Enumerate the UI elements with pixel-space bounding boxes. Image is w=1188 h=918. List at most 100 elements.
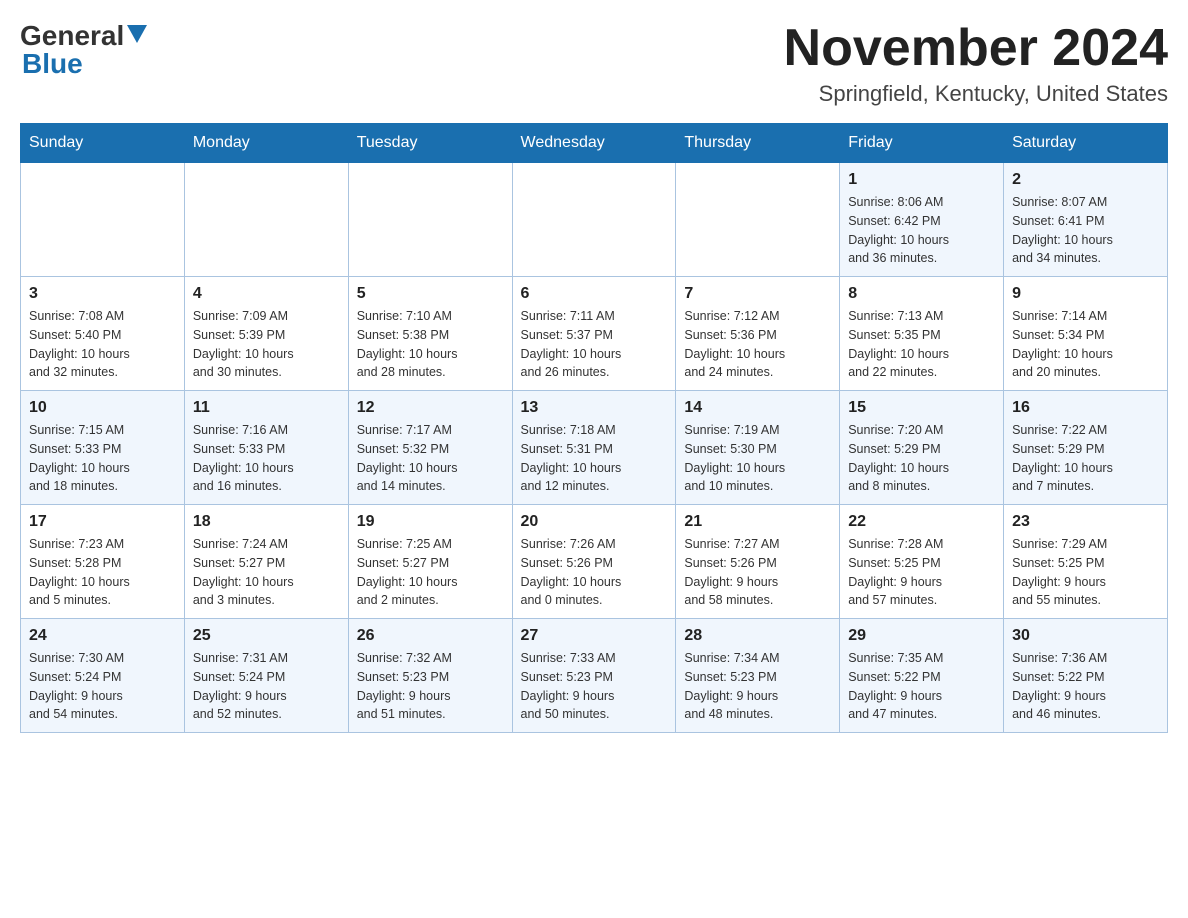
calendar-cell: 9 Sunrise: 7:14 AM Sunset: 5:34 PM Daylig… xyxy=(1004,277,1168,391)
day-info: Sunrise: 7:28 AM Sunset: 5:25 PM Dayligh… xyxy=(848,535,995,610)
calendar-cell: 22 Sunrise: 7:28 AM Sunset: 5:25 PM Dayli… xyxy=(840,505,1004,619)
calendar-cell: 6 Sunrise: 7:11 AM Sunset: 5:37 PM Daylig… xyxy=(512,277,676,391)
day-info: Sunrise: 7:33 AM Sunset: 5:23 PM Dayligh… xyxy=(521,649,668,724)
day-info: Sunrise: 7:27 AM Sunset: 5:26 PM Dayligh… xyxy=(684,535,831,610)
day-number: 27 xyxy=(521,627,668,645)
week-row-0: 1 Sunrise: 8:06 AM Sunset: 6:42 PM Daylig… xyxy=(21,163,1168,277)
calendar-cell xyxy=(512,163,676,277)
day-number: 15 xyxy=(848,399,995,417)
calendar-cell: 29 Sunrise: 7:35 AM Sunset: 5:22 PM Dayli… xyxy=(840,619,1004,733)
day-number: 1 xyxy=(848,171,995,189)
day-number: 9 xyxy=(1012,285,1159,303)
calendar-cell: 18 Sunrise: 7:24 AM Sunset: 5:27 PM Dayli… xyxy=(184,505,348,619)
day-number: 22 xyxy=(848,513,995,531)
day-number: 5 xyxy=(357,285,504,303)
day-info: Sunrise: 8:06 AM Sunset: 6:42 PM Dayligh… xyxy=(848,193,995,268)
day-number: 25 xyxy=(193,627,340,645)
day-info: Sunrise: 7:22 AM Sunset: 5:29 PM Dayligh… xyxy=(1012,421,1159,496)
calendar-cell: 16Sunrise: 7:22 AM Sunset: 5:29 PM Dayli… xyxy=(1004,391,1168,505)
day-number: 30 xyxy=(1012,627,1159,645)
calendar-table: SundayMondayTuesdayWednesdayThursdayFrid… xyxy=(20,123,1168,733)
weekday-header-friday: Friday xyxy=(840,124,1004,163)
header-row: SundayMondayTuesdayWednesdayThursdayFrid… xyxy=(21,124,1168,163)
day-number: 6 xyxy=(521,285,668,303)
day-info: Sunrise: 7:15 AM Sunset: 5:33 PM Dayligh… xyxy=(29,421,176,496)
calendar-cell xyxy=(676,163,840,277)
calendar-cell: 20 Sunrise: 7:26 AM Sunset: 5:26 PM Dayli… xyxy=(512,505,676,619)
day-info: Sunrise: 7:13 AM Sunset: 5:35 PM Dayligh… xyxy=(848,307,995,382)
calendar-cell: 25Sunrise: 7:31 AM Sunset: 5:24 PM Dayli… xyxy=(184,619,348,733)
weekday-header-saturday: Saturday xyxy=(1004,124,1168,163)
day-number: 14 xyxy=(684,399,831,417)
day-info: Sunrise: 7:12 AM Sunset: 5:36 PM Dayligh… xyxy=(684,307,831,382)
calendar-cell: 3 Sunrise: 7:08 AM Sunset: 5:40 PM Daylig… xyxy=(21,277,185,391)
calendar-cell: 8 Sunrise: 7:13 AM Sunset: 5:35 PM Daylig… xyxy=(840,277,1004,391)
logo: General Blue xyxy=(20,20,147,80)
month-title: November 2024 xyxy=(784,20,1168,77)
calendar-cell: 23 Sunrise: 7:29 AM Sunset: 5:25 PM Dayli… xyxy=(1004,505,1168,619)
day-number: 18 xyxy=(193,513,340,531)
title-area: November 2024 Springfield, Kentucky, Uni… xyxy=(784,20,1168,107)
day-info: Sunrise: 7:24 AM Sunset: 5:27 PM Dayligh… xyxy=(193,535,340,610)
calendar-cell: 7 Sunrise: 7:12 AM Sunset: 5:36 PM Daylig… xyxy=(676,277,840,391)
calendar-cell: 26 Sunrise: 7:32 AM Sunset: 5:23 PM Dayli… xyxy=(348,619,512,733)
week-row-1: 3 Sunrise: 7:08 AM Sunset: 5:40 PM Daylig… xyxy=(21,277,1168,391)
calendar-cell: 30 Sunrise: 7:36 AM Sunset: 5:22 PM Dayli… xyxy=(1004,619,1168,733)
logo-blue-text: Blue xyxy=(22,48,83,80)
calendar-cell: 15Sunrise: 7:20 AM Sunset: 5:29 PM Dayli… xyxy=(840,391,1004,505)
day-number: 28 xyxy=(684,627,831,645)
day-number: 24 xyxy=(29,627,176,645)
day-number: 29 xyxy=(848,627,995,645)
day-info: Sunrise: 7:34 AM Sunset: 5:23 PM Dayligh… xyxy=(684,649,831,724)
day-number: 7 xyxy=(684,285,831,303)
day-info: Sunrise: 7:36 AM Sunset: 5:22 PM Dayligh… xyxy=(1012,649,1159,724)
calendar-cell: 12 Sunrise: 7:17 AM Sunset: 5:32 PM Dayli… xyxy=(348,391,512,505)
calendar-cell: 13 Sunrise: 7:18 AM Sunset: 5:31 PM Dayli… xyxy=(512,391,676,505)
calendar-cell xyxy=(348,163,512,277)
day-info: Sunrise: 7:17 AM Sunset: 5:32 PM Dayligh… xyxy=(357,421,504,496)
weekday-header-thursday: Thursday xyxy=(676,124,840,163)
day-info: Sunrise: 7:09 AM Sunset: 5:39 PM Dayligh… xyxy=(193,307,340,382)
day-info: Sunrise: 7:35 AM Sunset: 5:22 PM Dayligh… xyxy=(848,649,995,724)
day-number: 23 xyxy=(1012,513,1159,531)
calendar-cell: 19 Sunrise: 7:25 AM Sunset: 5:27 PM Dayli… xyxy=(348,505,512,619)
day-info: Sunrise: 8:07 AM Sunset: 6:41 PM Dayligh… xyxy=(1012,193,1159,268)
day-number: 13 xyxy=(521,399,668,417)
day-info: Sunrise: 7:18 AM Sunset: 5:31 PM Dayligh… xyxy=(521,421,668,496)
day-number: 4 xyxy=(193,285,340,303)
day-number: 17 xyxy=(29,513,176,531)
day-number: 3 xyxy=(29,285,176,303)
calendar-cell: 2 Sunrise: 8:07 AM Sunset: 6:41 PM Daylig… xyxy=(1004,163,1168,277)
day-info: Sunrise: 7:16 AM Sunset: 5:33 PM Dayligh… xyxy=(193,421,340,496)
day-info: Sunrise: 7:30 AM Sunset: 5:24 PM Dayligh… xyxy=(29,649,176,724)
day-number: 20 xyxy=(521,513,668,531)
day-number: 12 xyxy=(357,399,504,417)
location-title: Springfield, Kentucky, United States xyxy=(784,81,1168,107)
calendar-cell: 14 Sunrise: 7:19 AM Sunset: 5:30 PM Dayli… xyxy=(676,391,840,505)
day-number: 10 xyxy=(29,399,176,417)
calendar-cell: 5 Sunrise: 7:10 AM Sunset: 5:38 PM Daylig… xyxy=(348,277,512,391)
day-number: 8 xyxy=(848,285,995,303)
day-info: Sunrise: 7:29 AM Sunset: 5:25 PM Dayligh… xyxy=(1012,535,1159,610)
calendar-cell: 1 Sunrise: 8:06 AM Sunset: 6:42 PM Daylig… xyxy=(840,163,1004,277)
day-info: Sunrise: 7:26 AM Sunset: 5:26 PM Dayligh… xyxy=(521,535,668,610)
day-number: 21 xyxy=(684,513,831,531)
calendar-cell: 11Sunrise: 7:16 AM Sunset: 5:33 PM Dayli… xyxy=(184,391,348,505)
calendar-cell: 4 Sunrise: 7:09 AM Sunset: 5:39 PM Daylig… xyxy=(184,277,348,391)
day-number: 2 xyxy=(1012,171,1159,189)
logo-arrow-icon xyxy=(127,25,147,48)
day-number: 19 xyxy=(357,513,504,531)
day-info: Sunrise: 7:08 AM Sunset: 5:40 PM Dayligh… xyxy=(29,307,176,382)
day-info: Sunrise: 7:25 AM Sunset: 5:27 PM Dayligh… xyxy=(357,535,504,610)
day-info: Sunrise: 7:32 AM Sunset: 5:23 PM Dayligh… xyxy=(357,649,504,724)
weekday-header-sunday: Sunday xyxy=(21,124,185,163)
calendar-cell xyxy=(21,163,185,277)
day-number: 26 xyxy=(357,627,504,645)
calendar-cell: 28 Sunrise: 7:34 AM Sunset: 5:23 PM Dayli… xyxy=(676,619,840,733)
calendar-cell: 27 Sunrise: 7:33 AM Sunset: 5:23 PM Dayli… xyxy=(512,619,676,733)
header: General Blue November 2024 Springfield, … xyxy=(20,20,1168,107)
day-info: Sunrise: 7:19 AM Sunset: 5:30 PM Dayligh… xyxy=(684,421,831,496)
day-info: Sunrise: 7:11 AM Sunset: 5:37 PM Dayligh… xyxy=(521,307,668,382)
day-info: Sunrise: 7:10 AM Sunset: 5:38 PM Dayligh… xyxy=(357,307,504,382)
day-info: Sunrise: 7:14 AM Sunset: 5:34 PM Dayligh… xyxy=(1012,307,1159,382)
